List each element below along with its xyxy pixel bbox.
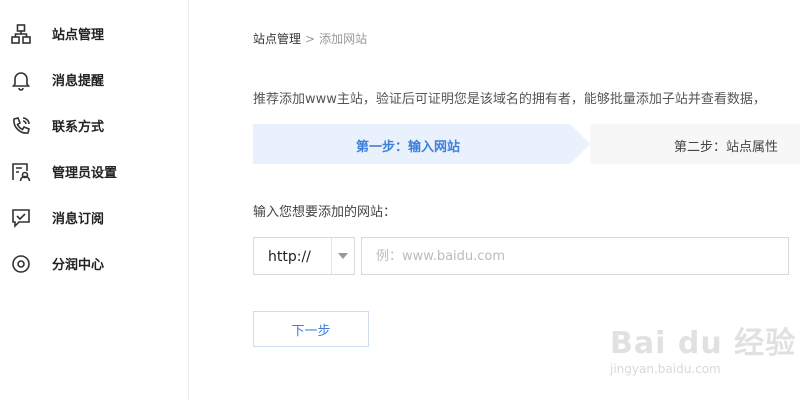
- sidebar-item-notifications[interactable]: 消息提醒: [0, 62, 188, 96]
- sidebar-item-site-manage[interactable]: 站点管理: [0, 16, 188, 50]
- sidebar-item-contact[interactable]: 联系方式: [0, 108, 188, 142]
- sidebar-item-admin-settings[interactable]: 管理员设置: [0, 154, 188, 188]
- website-url-input[interactable]: [361, 237, 789, 275]
- baidu-jingyan-watermark: Bai du 经验 jingyan.baidu.com: [610, 318, 800, 388]
- sidebar-item-label: 站点管理: [52, 28, 105, 43]
- intro-text: 推荐添加www主站，验证后可证明您是该域名的拥有者，能够批量添加子站并查看数据，: [253, 92, 766, 107]
- sidebar-item-revenue[interactable]: 分润中心: [0, 246, 188, 280]
- site-manage-icon: [10, 23, 32, 45]
- breadcrumb-root-link[interactable]: 站点管理: [253, 32, 301, 46]
- sidebar-item-subscribe[interactable]: 消息订阅: [0, 200, 188, 234]
- protocol-value: http://: [268, 249, 311, 265]
- sidebar-item-label: 分润中心: [52, 258, 105, 273]
- watermark-logo-text: Bai du 经验: [610, 326, 797, 361]
- breadcrumb-separator: >: [305, 32, 316, 46]
- select-divider: [331, 238, 332, 274]
- step-indicator: 第一步：输入网站 第二步：站点属性: [253, 124, 800, 164]
- sidebar-item-label: 管理员设置: [52, 166, 118, 181]
- next-step-button[interactable]: 下一步: [253, 311, 369, 347]
- website-field-label: 输入您想要添加的网站：: [253, 205, 397, 220]
- step-1-arrow: [570, 124, 590, 164]
- subscribe-icon: [10, 207, 32, 229]
- breadcrumb: 站点管理 > 添加网站: [253, 30, 367, 47]
- chevron-down-icon[interactable]: [338, 253, 348, 259]
- sidebar: 站点管理 消息提醒 联系方式 管理员设置 消息订阅 分润中心: [0, 0, 189, 400]
- breadcrumb-current: 添加网站: [319, 32, 368, 46]
- admin-icon: [10, 161, 32, 183]
- bell-icon: [10, 69, 32, 91]
- watermark-url: jingyan.baidu.com: [610, 362, 721, 376]
- step-1-label: 第一步：输入网站: [356, 140, 461, 155]
- sidebar-item-label: 消息提醒: [52, 74, 105, 89]
- step-2-label: 第二步：站点属性: [674, 140, 779, 155]
- revenue-icon: [10, 253, 32, 275]
- sidebar-item-label: 消息订阅: [52, 212, 105, 227]
- protocol-select[interactable]: http://: [253, 237, 355, 275]
- sidebar-item-label: 联系方式: [52, 120, 105, 135]
- phone-icon: [10, 115, 32, 137]
